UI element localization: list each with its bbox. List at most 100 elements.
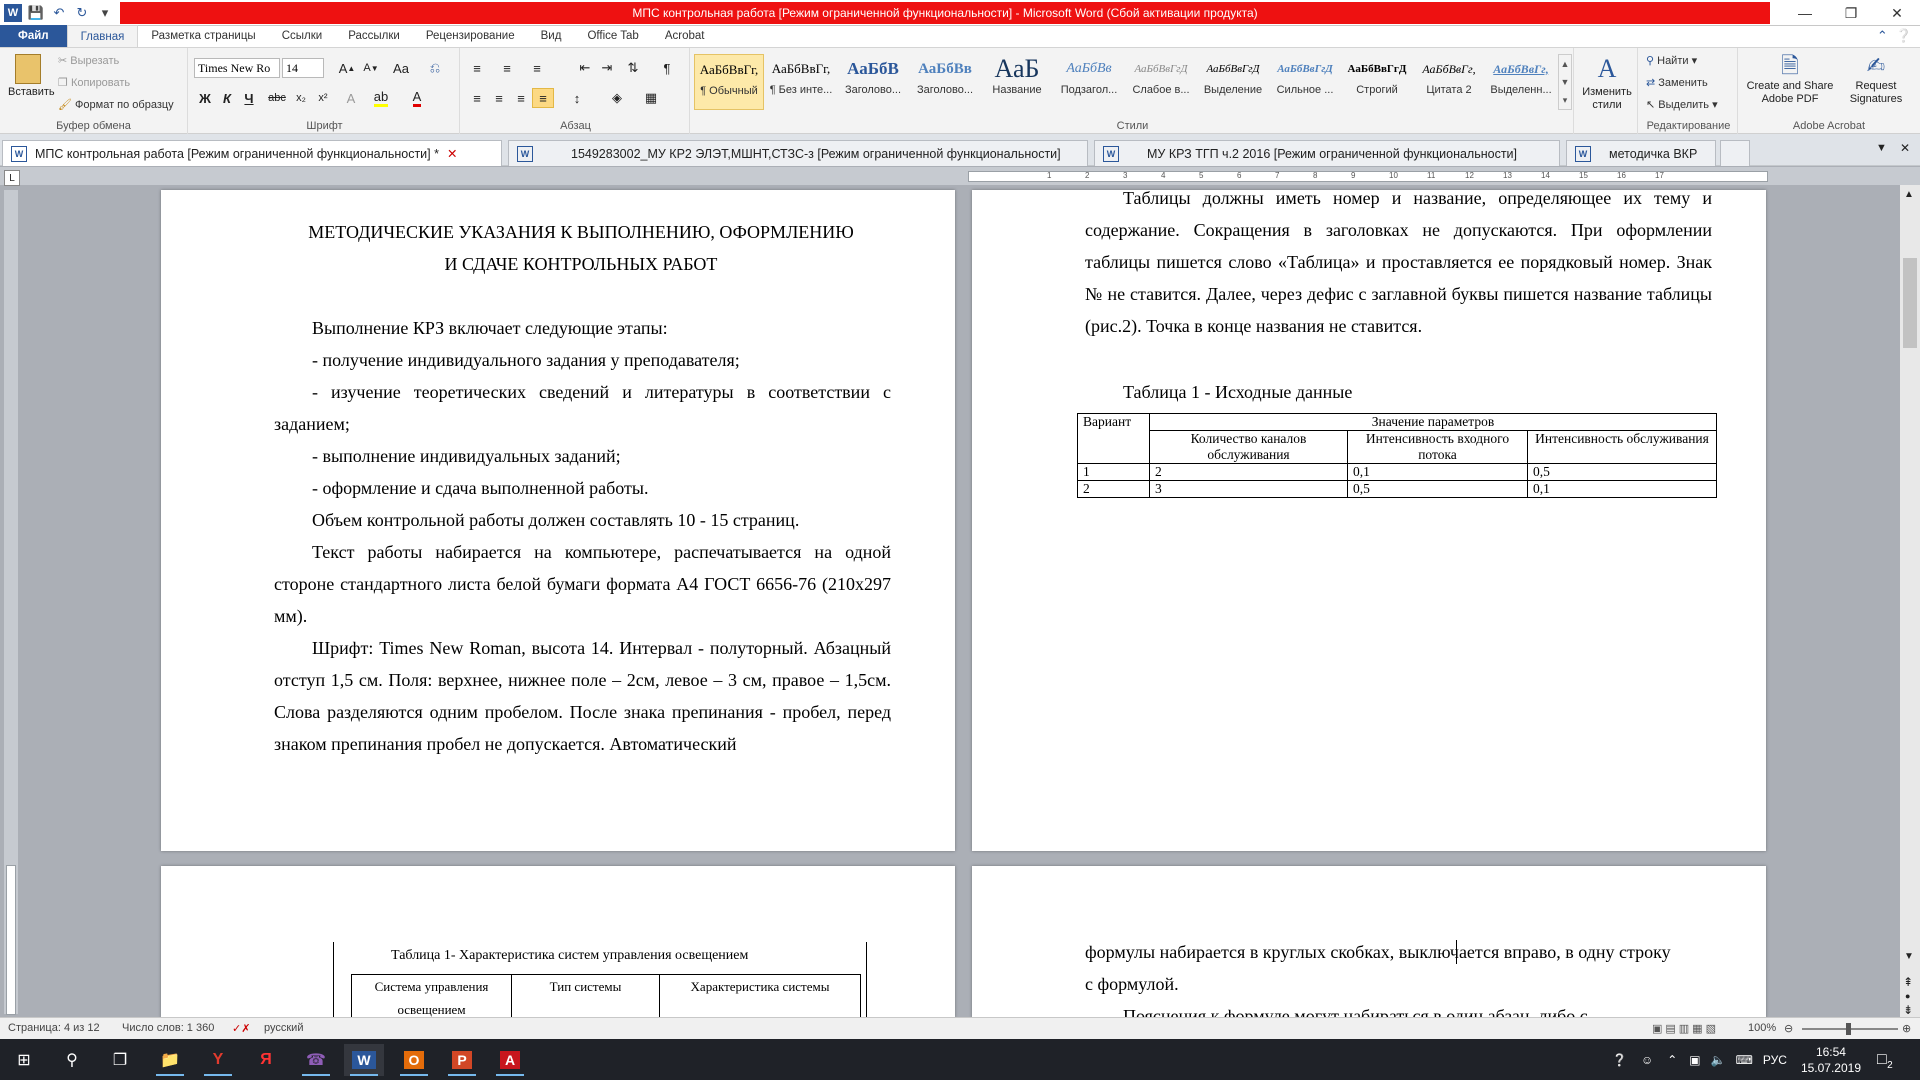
zoom-out-icon[interactable]: ⊖ [1784,1022,1793,1035]
text-effects-icon[interactable]: A [340,88,362,108]
style-quote2[interactable]: АаБбВвГг, Цитата 2 [1414,54,1484,110]
outlook-icon[interactable]: O [394,1044,434,1076]
tab-file[interactable]: Файл [0,25,67,47]
underline-icon[interactable]: Ч [238,88,260,108]
save-icon[interactable]: 💾 [27,4,45,22]
tab-list-icon[interactable]: ▼ [1876,142,1887,154]
search-icon[interactable]: ⚲ [52,1044,92,1076]
sort-icon[interactable]: ⇅ [622,58,644,78]
subscript-icon[interactable]: x₂ [290,88,312,108]
shrink-font-icon[interactable]: A ▼ [360,58,382,78]
tab-home[interactable]: Главная [66,25,139,47]
scrollbar-thumb[interactable] [1903,258,1917,348]
strikethrough-icon[interactable]: abc [266,88,288,108]
tab-layout[interactable]: Разметка страницы [138,25,268,47]
close-tab-icon[interactable]: ✕ [447,146,457,161]
style-subtle-emphasis[interactable]: АаБбВвГгД Слабое в... [1126,54,1196,110]
style-no-spacing[interactable]: АаБбВвГг, ¶ Без инте... [766,54,836,110]
network-icon[interactable]: ▣ [1689,1053,1700,1067]
lighting-systems-table[interactable]: Система управления освещением Тип систем… [351,974,861,1018]
font-size-combo[interactable]: 14 [282,58,324,78]
shading-icon[interactable]: ◈ [606,88,628,108]
borders-icon[interactable]: ▦ [640,88,662,108]
doc-tab-4[interactable]: Wметодичка ВКР [1566,140,1716,166]
tab-office-tab[interactable]: Office Tab [574,25,651,47]
style-intense-emphasis[interactable]: АаБбВвГгД Сильное ... [1270,54,1340,110]
font-name-combo[interactable]: Times New Ro [194,58,280,78]
tab-review[interactable]: Рецензирование [413,25,528,47]
doc-tab-2[interactable]: W 1549283002_МУ КР2 ЭЛЭТ,МШНТ,СТЗС-з [Реж… [508,140,1088,166]
increase-indent-icon[interactable]: ⇥ [596,58,618,78]
select-button[interactable]: ↖ Выделить ▾ [1646,98,1718,111]
scroll-down-icon[interactable]: ▼ [1904,951,1914,962]
tab-acrobat[interactable]: Acrobat [652,25,718,47]
style-heading1[interactable]: АаБбВ Заголово... [838,54,908,110]
yandex-icon[interactable]: Я [246,1044,286,1076]
numbering-icon[interactable]: ≡ [496,58,518,78]
cut-button[interactable]: ✂ Вырезать [58,54,119,67]
page-count[interactable]: Страница: 4 из 12 [8,1022,100,1034]
yandex-browser-icon[interactable]: Y [198,1044,238,1076]
doc-tab-3[interactable]: W МУ КРЗ ТГП ч.2 2016 [Режим ограниченной… [1094,140,1560,166]
volume-icon[interactable]: 🔈 [1711,1053,1726,1067]
format-painter-button[interactable]: 🖌 Формат по образцу [58,98,174,111]
copy-button[interactable]: ❐ Копировать [58,76,130,89]
source-data-table[interactable]: Вариант Значение параметров Количество к… [1077,413,1717,498]
align-center-icon[interactable]: ≡ [488,88,510,108]
show-marks-icon[interactable]: ¶ [656,58,678,78]
tab-view[interactable]: Вид [528,25,575,47]
minimize-ribbon-icon[interactable]: ⌃ [1877,28,1888,44]
change-case-icon[interactable]: Aa [390,58,412,78]
style-emphasis[interactable]: АаБбВвГгД Выделение [1198,54,1268,110]
start-icon[interactable]: ⊞ [4,1044,44,1076]
word-taskbar-icon[interactable]: W [344,1044,384,1076]
viber-icon[interactable]: ☎ [296,1044,336,1076]
restore-icon[interactable]: ❐ [1828,0,1874,26]
zoom-level[interactable]: 100% [1748,1022,1776,1034]
find-button[interactable]: ⚲ Найти ▾ [1646,54,1697,67]
page-3[interactable]: Таблица 1- Характеристика систем управле… [161,866,955,1018]
clear-format-icon[interactable]: ⎌ [424,58,446,78]
word-logo-icon[interactable]: W [4,4,22,22]
style-strong[interactable]: АаБбВвГгД Строгий [1342,54,1412,110]
task-view-icon[interactable]: ❐ [100,1044,140,1076]
bold-icon[interactable]: Ж [194,88,216,108]
vertical-ruler-active[interactable] [6,865,16,1015]
doc-tab-1[interactable]: W МПС контрольная работа [Режим ограничен… [2,140,502,166]
bullets-icon[interactable]: ≡ [466,58,488,78]
style-intense-quote[interactable]: АаБбВвГг, Выделенн... [1486,54,1556,110]
help-tray-icon[interactable]: ❔ [1612,1053,1627,1067]
italic-icon[interactable]: К [216,88,238,108]
horizontal-ruler[interactable]: 1 2 3 4 5 6 7 8 9 10 11 12 13 14 15 16 17 [968,171,1768,182]
minimize-icon[interactable]: — [1782,0,1828,26]
grow-font-icon[interactable]: A ▲ [336,58,358,78]
people-icon[interactable]: ☺ [1641,1053,1653,1067]
input-language[interactable]: РУС [1763,1053,1787,1067]
powerpoint-icon[interactable]: P [442,1044,482,1076]
tab-selector-icon[interactable]: L [4,170,20,186]
styles-gallery-scroll[interactable]: ▲ ▼ ▾ [1558,54,1572,110]
close-icon[interactable]: ✕ [1874,0,1920,26]
tab-references[interactable]: Ссылки [269,25,336,47]
page-1[interactable]: МЕТОДИЧЕСКИЕ УКАЗАНИЯ К ВЫПОЛНЕНИЮ, ОФОР… [161,190,955,851]
style-heading2[interactable]: АаБбВв Заголово... [910,54,980,110]
new-tab-button[interactable] [1720,140,1750,166]
keyboard-icon[interactable]: ⌨ [1736,1053,1753,1067]
language[interactable]: русский [264,1022,303,1034]
page-2[interactable]: Таблицы должны иметь номер и название, о… [972,190,1766,851]
replace-button[interactable]: ⇄ Заменить [1646,76,1708,89]
file-explorer-icon[interactable]: 📁 [150,1044,190,1076]
acrobat-icon[interactable]: A [490,1044,530,1076]
create-pdf-button[interactable]: 🗎 Create and Share Adobe PDF [1744,52,1836,106]
change-styles-button[interactable]: A Изменить стили [1580,52,1634,112]
style-normal[interactable]: АаБбВвГг, ¶ Обычный [694,54,764,110]
zoom-slider-thumb[interactable] [1846,1023,1851,1035]
decrease-indent-icon[interactable]: ⇤ [574,58,596,78]
style-subtitle[interactable]: АаБбВв Подзагол... [1054,54,1124,110]
multilevel-list-icon[interactable]: ≡ [526,58,548,78]
align-right-icon[interactable]: ≡ [510,88,532,108]
font-color-icon[interactable]: A [406,88,428,108]
tray-expand-icon[interactable]: ⌃ [1667,1053,1677,1067]
highlight-icon[interactable]: ab [370,88,392,108]
word-count[interactable]: Число слов: 1 360 [122,1022,214,1034]
